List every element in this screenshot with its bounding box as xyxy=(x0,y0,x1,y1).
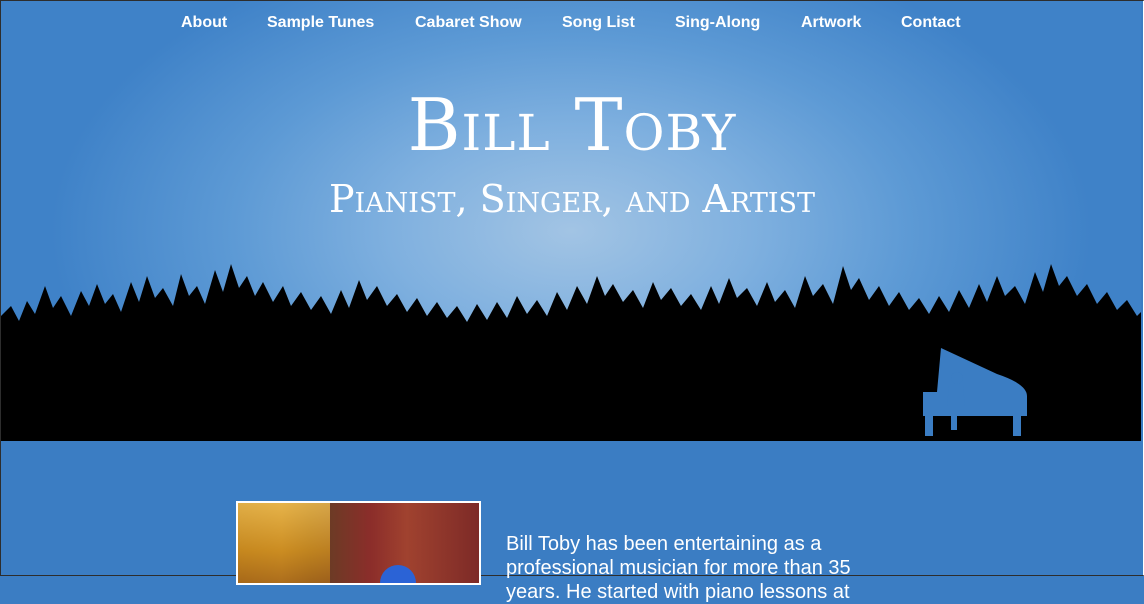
nav-link-sing-along[interactable]: Sing-Along xyxy=(675,14,760,32)
site-subtitle: Pianist, Singer, and Artist xyxy=(328,177,816,221)
profile-photo xyxy=(236,501,481,585)
bio-paragraph: Bill Toby has been entertaining as a pro… xyxy=(506,533,851,603)
forest-silhouette xyxy=(1,264,1141,441)
nav-link-artwork[interactable]: Artwork xyxy=(801,14,861,32)
nav-link-contact[interactable]: Contact xyxy=(901,14,961,32)
nav-link-about[interactable]: About xyxy=(181,14,227,32)
photo-background-light xyxy=(238,503,330,583)
main-nav: About Sample Tunes Cabaret Show Song Lis… xyxy=(0,14,1144,38)
nav-link-song-list[interactable]: Song List xyxy=(562,14,635,32)
site-title: Bill Toby xyxy=(407,83,737,167)
nav-link-cabaret-show[interactable]: Cabaret Show xyxy=(415,14,522,32)
nav-link-sample-tunes[interactable]: Sample Tunes xyxy=(267,14,374,32)
photo-blue-hat xyxy=(380,565,416,583)
